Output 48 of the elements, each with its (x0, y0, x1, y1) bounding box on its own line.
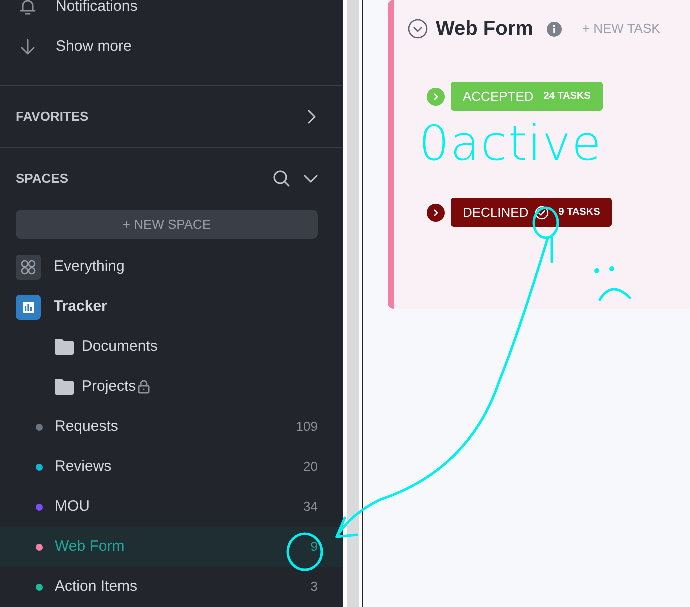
down-arrow-icon (20, 38, 36, 56)
nav-item[interactable]: Notifications (0, 0, 343, 27)
task-count: 109 (296, 418, 318, 436)
section-heading: SPACES (16, 170, 68, 188)
sidebar-item[interactable]: Documents (0, 327, 343, 367)
chevron-right-icon[interactable] (307, 108, 317, 124)
status-badge[interactable]: DECLINED 9 TASKS (451, 198, 612, 227)
sidebar-item[interactable]: Reviews 20 (0, 447, 343, 487)
lock-icon (138, 380, 150, 394)
nav-item[interactable]: Show more (0, 27, 343, 67)
expand-toggle[interactable] (427, 204, 445, 222)
sidebar-item[interactable]: Requests 109 (0, 407, 343, 447)
scrollbar[interactable] (346, 0, 358, 607)
sad-face-annotation (594, 266, 632, 302)
grid-icon (16, 254, 41, 280)
chevron-right-icon (432, 92, 440, 100)
list-title: Web Form (436, 17, 534, 42)
sidebar-item[interactable]: Tracker (0, 287, 343, 327)
sidebar-item[interactable]: Action Items 3 (0, 567, 343, 607)
expand-toggle[interactable] (427, 88, 445, 106)
sidebar-item[interactable]: Web Form 9 (0, 527, 343, 567)
task-count: 20 (304, 458, 318, 476)
task-count: 3 (310, 578, 318, 596)
list-name: Reviews (55, 456, 112, 477)
task-count: 9 (310, 538, 318, 556)
folder-icon (55, 379, 74, 395)
chevron-right-icon (432, 208, 440, 216)
chevron-down-icon[interactable] (303, 174, 319, 184)
sidebar-item[interactable]: MOU 34 (0, 487, 343, 527)
info-icon (547, 22, 562, 36)
collapse-icon[interactable] (408, 19, 428, 39)
section-heading: FAVORITES (16, 108, 89, 126)
check-circle-icon (534, 206, 549, 220)
chart-icon (16, 294, 41, 320)
circle-annotation (286, 532, 324, 572)
sidebar-item[interactable]: Everything (0, 247, 343, 287)
task-count: 34 (304, 498, 318, 516)
circle-annotation (532, 206, 560, 240)
new-space-button[interactable]: + NEW SPACE (16, 210, 318, 239)
sidebar-item[interactable]: Projects (0, 367, 343, 407)
list-name: Action Items (55, 576, 138, 597)
handwritten-note: 0active (419, 120, 602, 168)
folder-icon (55, 339, 74, 355)
list-name: Requests (55, 416, 118, 437)
bell-icon (20, 0, 36, 16)
list-name: MOU (55, 496, 90, 517)
search-icon[interactable] (273, 170, 291, 188)
list-name: Web Form (55, 536, 125, 557)
